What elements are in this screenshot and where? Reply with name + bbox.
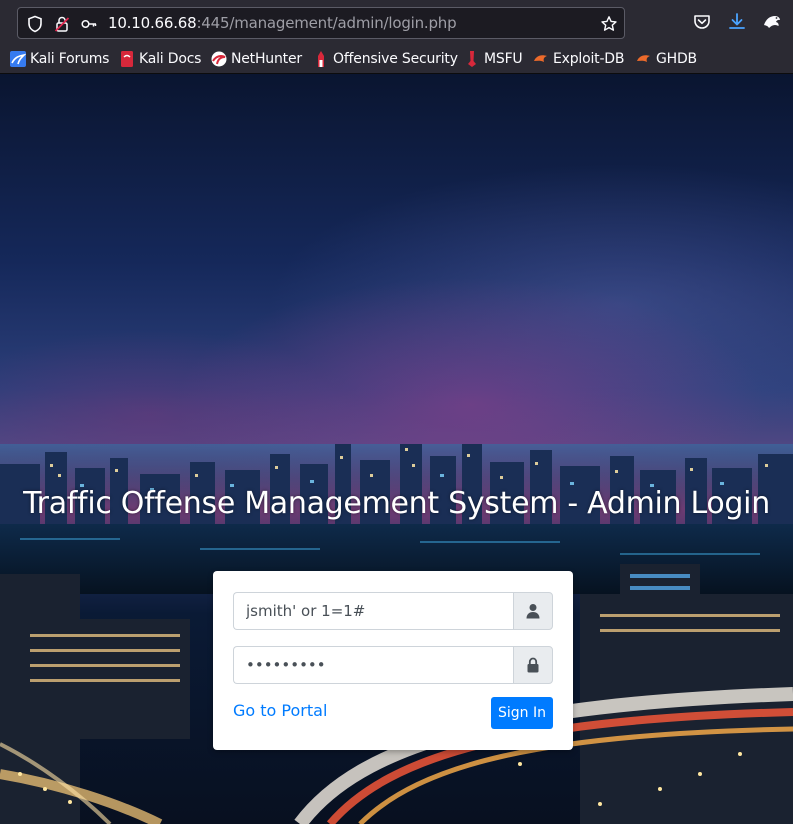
bookmark-exploit-db[interactable]: Exploit-DB — [533, 50, 624, 68]
bookmarks-toolbar: Kali Forums Kali Docs NetHunter Offensiv… — [0, 44, 793, 74]
exploit-db-icon — [534, 55, 547, 62]
download-icon[interactable] — [727, 12, 747, 32]
bookmark-label: Exploit-DB — [553, 51, 625, 67]
bookmark-ghdb[interactable]: GHDB — [636, 50, 697, 68]
key-icon[interactable] — [80, 15, 98, 33]
bookmark-label: Kali Forums — [30, 51, 110, 67]
url-text[interactable]: 10.10.66.68:445/management/admin/login.p… — [108, 14, 457, 32]
bookmark-msfu[interactable]: MSFU — [464, 50, 523, 68]
page-title: Traffic Offense Management System - Admi… — [23, 486, 770, 521]
bookmark-label: MSFU — [484, 51, 523, 67]
password-group — [233, 646, 553, 684]
lock-icon — [527, 657, 539, 673]
bookmark-nethunter[interactable]: NetHunter — [211, 50, 302, 68]
password-addon — [513, 646, 553, 684]
ghdb-icon — [637, 55, 650, 62]
bookmark-kali-forums[interactable]: Kali Forums — [10, 50, 109, 68]
sign-in-button[interactable]: Sign In — [491, 697, 553, 729]
browser-toolbar: 10.10.66.68:445/management/admin/login.p… — [0, 0, 793, 44]
username-input[interactable] — [233, 592, 514, 630]
msfu-icon — [468, 51, 476, 67]
user-icon — [526, 604, 540, 619]
bookmark-label: NetHunter — [231, 51, 302, 67]
offsec-icon — [318, 51, 324, 67]
username-group — [233, 592, 553, 630]
url-path: :445/management/admin/login.php — [196, 14, 457, 32]
bookmark-label: Kali Docs — [139, 51, 202, 67]
bookmark-kali-docs[interactable]: Kali Docs — [119, 50, 201, 68]
kali-docs-icon — [121, 51, 133, 67]
go-to-portal-link[interactable]: Go to Portal — [233, 701, 327, 720]
bookmark-label: Offensive Security — [333, 51, 458, 67]
login-card: Go to Portal Sign In — [213, 571, 573, 750]
login-page: Traffic Offense Management System - Admi… — [0, 74, 793, 824]
bookmark-label: GHDB — [656, 51, 697, 67]
insecure-lock-icon[interactable] — [53, 15, 71, 33]
bookmark-star-icon[interactable] — [600, 15, 618, 33]
password-input[interactable] — [233, 646, 514, 684]
extension-dragon-icon[interactable] — [762, 12, 782, 32]
kali-forums-icon — [10, 51, 26, 67]
bookmark-offensive-security[interactable]: Offensive Security — [313, 50, 458, 68]
url-bar[interactable]: 10.10.66.68:445/management/admin/login.p… — [17, 7, 625, 39]
nethunter-icon — [211, 51, 227, 67]
url-host: 10.10.66.68 — [108, 14, 197, 32]
pocket-icon[interactable] — [692, 12, 712, 32]
username-addon — [513, 592, 553, 630]
shield-icon[interactable] — [26, 15, 44, 33]
